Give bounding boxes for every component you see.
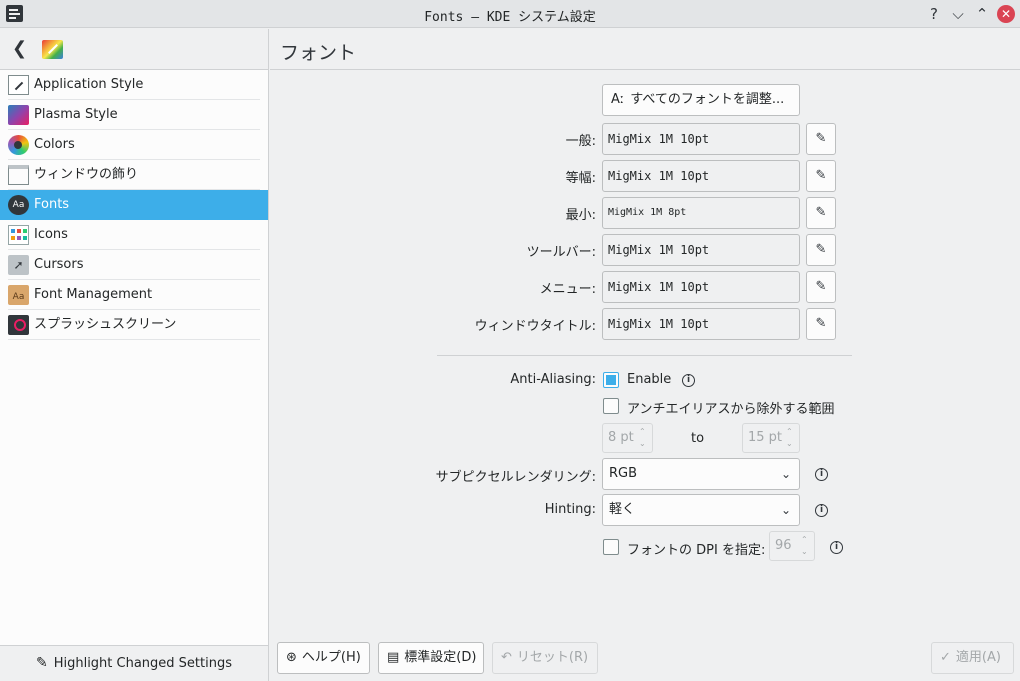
dpi-spinbox[interactable]: 96 ⌃ ⌄ [769,531,815,561]
sidebar: ❮ Application Style Plasma Style Colors … [0,29,269,681]
section-divider [437,355,852,356]
window-title-font-field: MigMix 1M 10pt [602,308,800,340]
window-title: Fonts – KDE システム設定 [424,10,596,25]
fixed-width-font-label: 等幅: [565,171,596,186]
sidebar-item-label: Plasma Style [34,107,118,122]
exclude-range-label: アンチエイリアスから除外する範囲 [627,402,835,417]
exclude-to-spinbox[interactable]: 15 pt ⌃ ⌄ [742,423,800,453]
menu-font-edit-icon[interactable]: ✎ [806,271,836,303]
reset-button-label: リセット(R) [516,650,589,665]
force-dpi-label: フォントの DPI を指定: [627,543,766,558]
spin-arrows-icon: ⌃ ⌄ [639,427,646,448]
sidebar-item-label: Icons [34,227,68,242]
sidebar-item-label: Application Style [34,77,144,92]
fixed-width-font-field: MigMix 1M 10pt [602,160,800,192]
general-font-label: 一般: [565,134,596,149]
help-button[interactable]: ⊛ ヘルプ(H) [277,642,370,674]
spin-arrows-icon: ⌃ ⌄ [786,427,793,448]
hinting-info-icon[interactable]: i [815,504,828,517]
general-font-edit-icon[interactable]: ✎ [806,123,836,155]
fixed-width-font-edit-icon[interactable]: ✎ [806,160,836,192]
window-title-font-label: ウィンドウタイトル: [474,319,596,334]
anti-aliasing-enable-checkbox[interactable] [603,372,619,388]
general-font-field: MigMix 1M 10pt [602,123,800,155]
exclude-from-value: 8 pt [608,430,634,445]
defaults-button-label: 標準設定(D) [404,650,477,665]
hinting-value: 軽く [609,502,636,517]
menu-font-field: MigMix 1M 10pt [602,271,800,303]
force-dpi-checkbox[interactable] [603,539,619,555]
appearance-category-icon [42,40,63,59]
anti-aliasing-info-icon[interactable]: i [682,374,695,387]
defaults-button[interactable]: ▤ 標準設定(D) [378,642,484,674]
back-arrow-icon[interactable]: ❮ [12,39,30,59]
adjust-all-fonts-label: すべてのフォントを調整... [630,92,785,107]
exclude-range-checkbox[interactable] [603,398,619,414]
apply-button[interactable]: ✓ 適用(A) [931,642,1014,674]
highlight-changed-settings-label: Highlight Changed Settings [53,656,233,671]
page-header: フォント [270,29,1020,70]
small-font-edit-icon[interactable]: ✎ [806,197,836,229]
sidebar-item-application-style[interactable]: Application Style [0,70,268,100]
apply-button-label: 適用(A) [955,650,1001,665]
toolbar-font-field: MigMix 1M 10pt [602,234,800,266]
pen-icon: ✎ [35,655,48,671]
anti-aliasing-label: Anti-Aliasing: [510,372,596,387]
small-font-label: 最小: [565,208,596,223]
application-style-icon [8,75,29,95]
highlight-changed-settings-button[interactable]: ✎ Highlight Changed Settings [0,645,268,681]
menu-font-label: メニュー: [539,282,596,297]
help-icon[interactable]: ? [924,4,944,24]
anti-aliasing-enable-label: Enable [627,372,672,387]
sidebar-header: ❮ [0,29,268,70]
close-icon[interactable]: ✕ [997,5,1015,23]
exclude-from-spinbox[interactable]: 8 pt ⌃ ⌄ [602,423,653,453]
dpi-info-icon[interactable]: i [830,541,843,554]
toolbar-font-label: ツールバー: [526,245,596,260]
document-icon: ▤ [387,650,400,665]
hinting-select[interactable]: 軽く ⌄ [602,494,800,526]
help-lifebuoy-icon: ⊛ [286,650,297,665]
maximize-icon[interactable]: ⌃ [972,4,992,24]
chevron-down-icon: ⌄ [780,503,791,517]
subpixel-rendering-select[interactable]: RGB ⌄ [602,458,800,490]
font-adjust-icon: Aː [611,92,625,107]
dpi-value: 96 [775,538,792,553]
window-titlebar: Fonts – KDE システム設定 ? ⌵ ⌃ ✕ [0,0,1020,28]
subpixel-rendering-label: サブピクセルレンダリング: [435,470,596,485]
exclude-to-value: 15 pt [748,430,783,445]
checkmark-icon: ✓ [940,650,951,665]
chevron-down-icon: ⌄ [780,467,791,481]
hinting-label: Hinting: [544,502,596,517]
window-title-font-edit-icon[interactable]: ✎ [806,308,836,340]
toolbar-font-edit-icon[interactable]: ✎ [806,234,836,266]
plasma-style-icon [8,105,29,125]
minimize-icon[interactable]: ⌵ [948,4,968,24]
reset-button[interactable]: ↶ リセット(R) [492,642,598,674]
subpixel-info-icon[interactable]: i [815,468,828,481]
help-button-label: ヘルプ(H) [301,650,361,665]
subpixel-rendering-value: RGB [609,466,638,481]
exclude-to-label: to [691,431,705,446]
page-title: フォント [280,42,357,64]
small-font-field: MigMix 1M 8pt [602,197,800,229]
adjust-all-fonts-button[interactable]: Aː すべてのフォントを調整... [602,84,800,116]
spin-arrows-icon: ⌃ ⌄ [801,535,808,556]
sidebar-item-plasma-style[interactable]: Plasma Style [0,100,268,130]
undo-icon: ↶ [501,650,512,665]
